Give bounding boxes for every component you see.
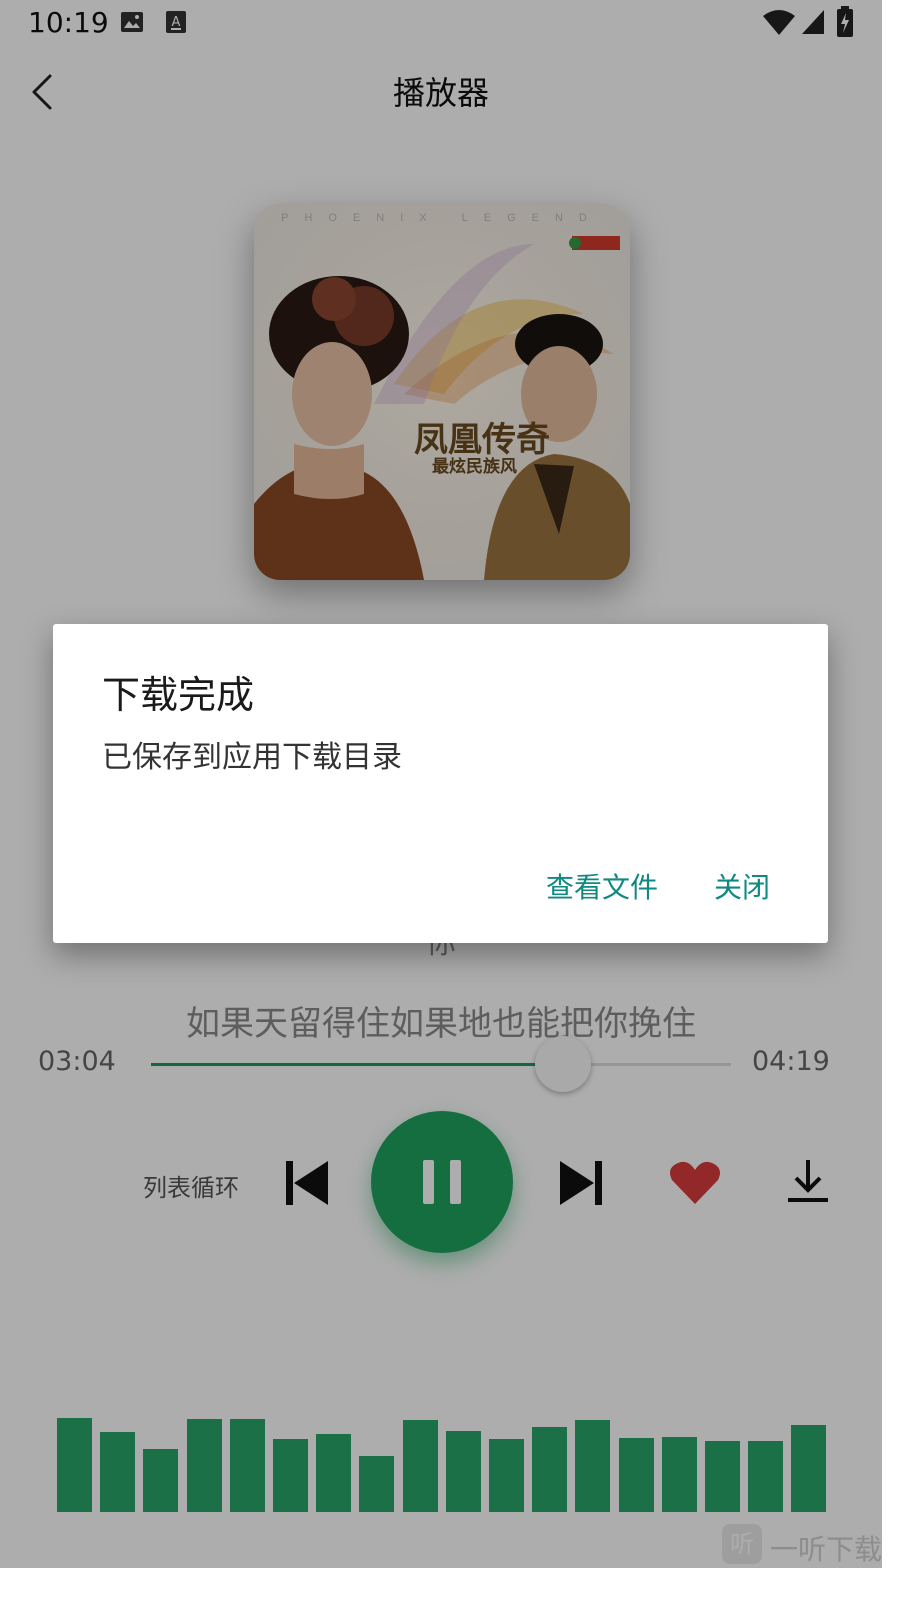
- dialog-title: 下载完成: [102, 673, 255, 717]
- close-button[interactable]: 关闭: [714, 866, 770, 906]
- dialog-message: 已保存到应用下载目录: [102, 740, 402, 775]
- view-file-button[interactable]: 查看文件: [546, 866, 658, 906]
- download-complete-dialog: 下载完成 已保存到应用下载目录 查看文件 关闭: [53, 624, 828, 943]
